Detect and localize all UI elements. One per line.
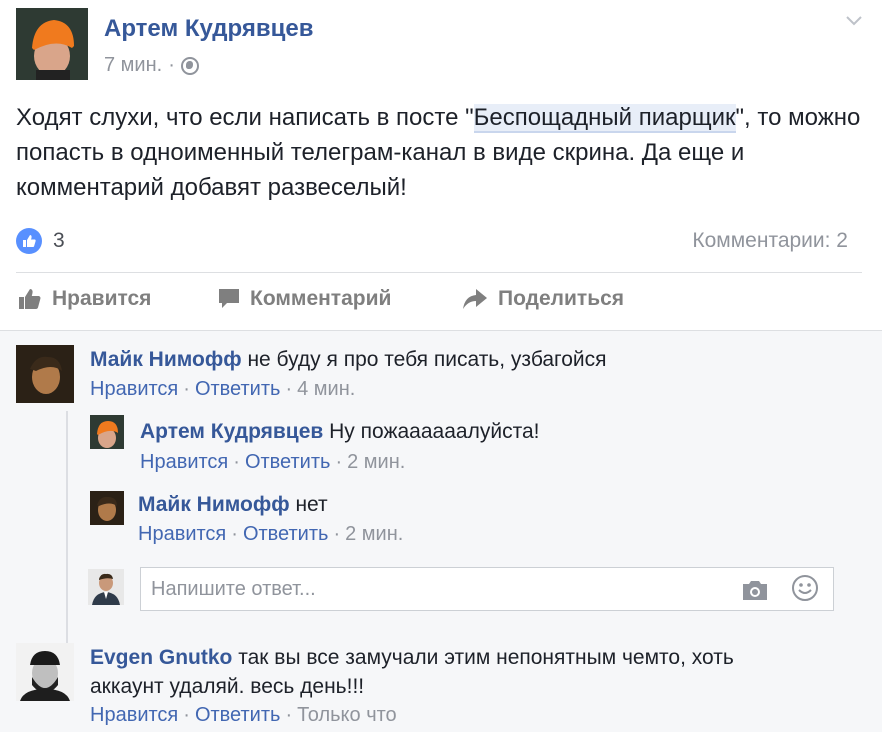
comment-reply-link[interactable]: Ответить (245, 451, 331, 473)
comment-button-label: Комментарий (250, 287, 392, 310)
commenter-avatar[interactable] (90, 491, 124, 525)
dot-separator: · (285, 704, 293, 726)
post-author-avatar[interactable] (16, 8, 88, 80)
comment-text: не буду я про тебя писать, узбагойся (247, 348, 607, 371)
meta-separator: · (168, 54, 175, 76)
comment-text: нет (295, 493, 328, 516)
reply-input[interactable] (151, 574, 711, 604)
share-icon (463, 289, 487, 309)
comment-like-link[interactable]: Нравится (90, 378, 178, 400)
commenter-avatar[interactable] (90, 415, 124, 449)
post-time[interactable]: 7 мин. (104, 54, 162, 77)
reply: Майк Нимофф нет Нравится · Ответить · 2 мин. (0, 485, 882, 559)
post-author-name[interactable]: Артем Кудрявцев (104, 15, 313, 43)
post-text-before: Ходят слухи, что если написать в посте " (16, 104, 474, 131)
comment-body: Evgen Gnutko так вы все замучали этим не… (90, 643, 780, 701)
divider (16, 272, 862, 273)
likes-count[interactable]: 3 (53, 229, 65, 253)
commenter-avatar[interactable] (16, 345, 74, 403)
comment-icon (219, 289, 239, 308)
comment-like-link[interactable]: Нравится (90, 704, 178, 726)
like-reaction-icon[interactable] (16, 228, 42, 254)
comments-section: Майк Нимофф не буду я про тебя писать, у… (0, 330, 882, 732)
comment-button[interactable]: Комментарий (218, 287, 391, 311)
post-meta: 7 мин. · (104, 54, 199, 77)
dot-separator: · (231, 523, 238, 545)
comment-time[interactable]: 2 мин. (345, 523, 403, 545)
dot-separator: · (183, 378, 190, 400)
commenter-name[interactable]: Майк Нимофф (90, 348, 242, 371)
comment-reply-link[interactable]: Ответить (195, 378, 281, 400)
dot-separator: · (285, 378, 293, 400)
comment-like-link[interactable]: Нравится (138, 523, 226, 545)
smiley-icon[interactable] (791, 574, 819, 607)
comment-text: Ну пожаааааалуйста! (329, 420, 540, 443)
post-text: Ходят слухи, что если написать в посте "… (16, 100, 866, 205)
reply: Артем Кудрявцев Ну пожаааааалуйста! Нрав… (0, 411, 882, 485)
dot-separator: · (333, 523, 341, 545)
post: Артем Кудрявцев 7 мин. · Ходят слухи, чт… (0, 0, 882, 330)
thumbs-up-icon (19, 289, 41, 309)
post-actions-bar: Нравится Комментарий Поделиться (0, 274, 882, 328)
comment-like-link[interactable]: Нравится (140, 451, 228, 473)
dot-separator: · (183, 704, 190, 726)
comment-actions: Нравится · Ответить · Только что (90, 704, 397, 727)
commenter-name[interactable]: Артем Кудрявцев (140, 420, 323, 443)
comment-time[interactable]: Только что (297, 704, 397, 726)
comments-count[interactable]: Комментарии: 2 (692, 229, 848, 253)
share-button[interactable]: Поделиться (462, 287, 624, 311)
comment-body: Майк Нимофф нет (138, 490, 858, 519)
current-user-avatar[interactable] (88, 569, 124, 605)
post-text-highlight: Беспощадный пиарщик (473, 104, 736, 133)
comment-time[interactable]: 2 мин. (347, 451, 405, 473)
dot-separator: · (233, 451, 240, 473)
like-button-label: Нравится (52, 287, 152, 310)
reply-box (140, 567, 834, 611)
comment-actions: Нравится · Ответить · 2 мин. (138, 523, 403, 546)
comment-reply-link[interactable]: Ответить (195, 704, 281, 726)
commenter-name[interactable]: Evgen Gnutko (90, 646, 232, 669)
comment: Майк Нимофф не буду я про тебя писать, у… (0, 331, 882, 411)
commenter-name[interactable]: Майк Нимофф (138, 493, 290, 516)
comment-actions: Нравится · Ответить · 2 мин. (140, 451, 405, 474)
comment-body: Майк Нимофф не буду я про тебя писать, у… (90, 345, 860, 374)
comment: Evgen Gnutko так вы все замучали этим не… (0, 631, 882, 732)
comment-time[interactable]: 4 мин. (297, 378, 355, 400)
comment-reply-link[interactable]: Ответить (243, 523, 329, 545)
like-button[interactable]: Нравится (18, 287, 151, 311)
camera-icon[interactable] (741, 578, 769, 607)
comment-actions: Нравится · Ответить · 4 мин. (90, 378, 355, 401)
commenter-avatar[interactable] (16, 643, 74, 701)
dot-separator: · (335, 451, 343, 473)
comment-body: Артем Кудрявцев Ну пожаааааалуйста! (140, 417, 860, 446)
share-button-label: Поделиться (498, 287, 625, 310)
globe-icon[interactable] (180, 56, 199, 75)
chevron-down-icon[interactable] (844, 10, 864, 30)
